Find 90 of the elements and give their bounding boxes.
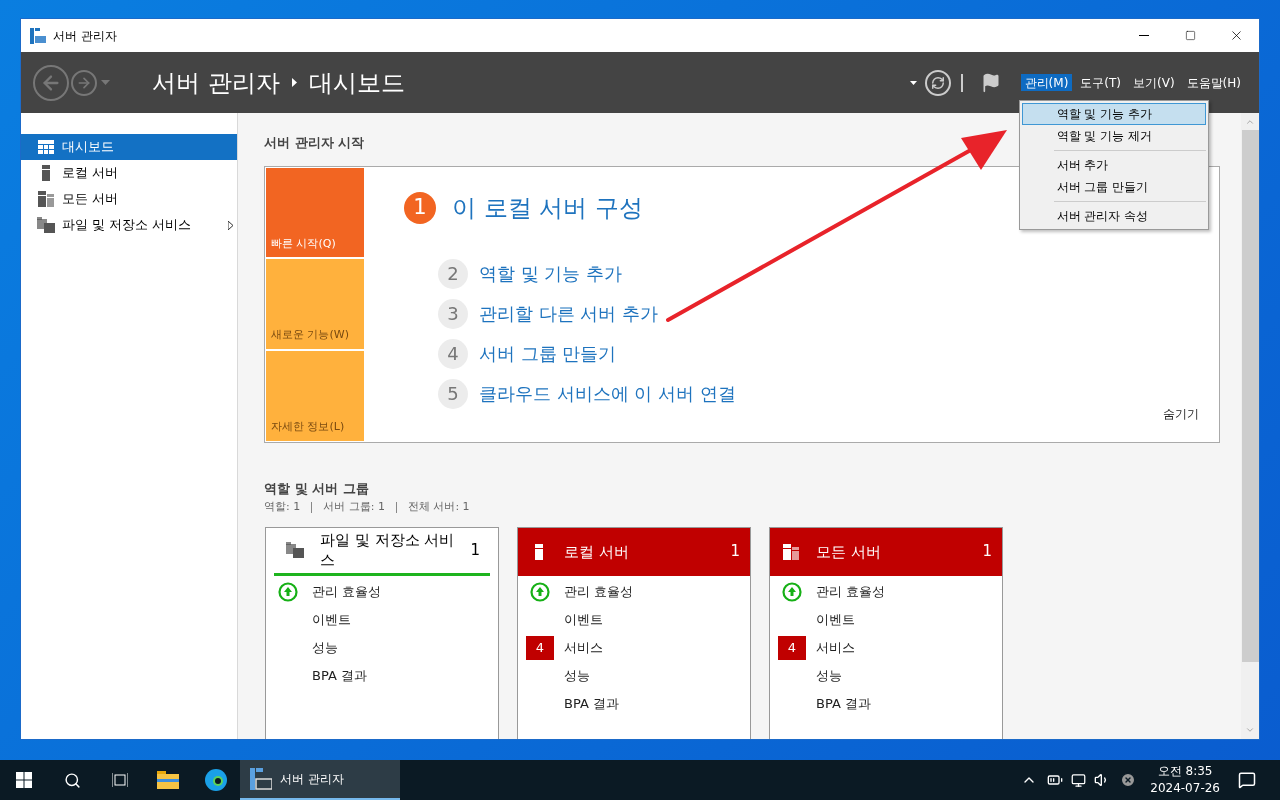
group-card[interactable]: 로컬 서버 1 관리 효율성 이벤트 4 서비스 성능 BPA 결과 [517,526,751,739]
sidebar-item[interactable]: 대시보드 [21,134,237,160]
window-title: 서버 관리자 [53,27,117,45]
server-icon [42,165,50,181]
status-row-label[interactable]: 이벤트 [564,609,603,630]
alert-count-badge: 4 [778,635,806,660]
status-row-label[interactable]: 이벤트 [816,609,855,630]
menu-item[interactable]: 도구(T) [1076,74,1126,91]
browser-icon [204,768,228,792]
dashboard-icon [38,140,54,154]
server-icon [535,543,543,560]
clock-date: 2024-07-26 [1150,780,1220,797]
task-view-icon [112,773,128,787]
windows-logo-icon [16,772,32,788]
servers-icon [783,543,799,560]
search-icon [63,771,81,789]
step-link[interactable]: 역할 및 기능 추가 [479,260,623,287]
sidebar-item[interactable]: 로컬 서버 [21,160,237,186]
breadcrumb-separator-icon [291,78,297,87]
expand-arrow-icon[interactable] [228,220,233,230]
status-row-label[interactable]: BPA 결과 [564,693,619,714]
clock[interactable]: 오전 8:35 2024-07-26 [1150,763,1220,797]
status-row-label[interactable]: 성능 [564,665,590,686]
alert-count-badge: 4 [526,635,554,660]
status-row-label[interactable]: 서비스 [816,637,855,658]
card-title: 파일 및 저장소 서비스 [320,530,456,570]
up-arrow-status-icon [278,581,298,602]
server-manager-icon [250,768,272,790]
section-title: 서버 관리자 시작 [264,134,365,152]
menu-item[interactable]: 보기(V) [1129,74,1179,91]
refresh-button[interactable] [924,69,951,96]
card-title: 모든 서버 [816,541,882,562]
step-link[interactable]: 관리할 다른 서버 추가 [479,300,659,327]
minimize-icon [1139,35,1149,36]
network-icon[interactable] [1071,772,1087,788]
dropdown-item[interactable]: 서버 추가 [1021,154,1206,176]
card-title: 로컬 서버 [564,541,630,562]
sidebar-item[interactable]: 파일 및 저장소 서비스 [21,212,237,238]
status-row-label[interactable]: 서비스 [564,637,603,658]
clock-time: 오전 8:35 [1157,763,1213,780]
breadcrumb-item[interactable]: 대시보드 [308,64,405,101]
status-row-label[interactable]: BPA 결과 [312,665,367,686]
status-row-label[interactable]: BPA 결과 [816,693,871,714]
up-arrow-status-icon [530,581,550,602]
servers-icon [38,191,54,207]
tile-tab[interactable]: 자세한 정보(L) [266,350,364,441]
folders-icon [286,542,304,558]
up-arrow-status-icon [782,581,802,602]
dropdown-item[interactable]: 역할 및 기능 제거 [1021,125,1206,147]
battery-icon[interactable] [1047,772,1064,788]
sidebar-item[interactable]: 모든 서버 [21,186,237,212]
menu-item[interactable]: 도움말(H) [1182,74,1245,91]
section-title: 역할 및 서버 그룹 [264,479,369,498]
dropdown-item[interactable]: 서버 그룹 만들기 [1021,176,1206,198]
hide-link[interactable]: 숨기기 [1163,404,1199,423]
sidebar-item-label: 대시보드 [62,138,114,157]
dropdown-item[interactable]: 서버 관리자 속성 [1021,205,1206,227]
status-row-label[interactable]: 이벤트 [312,609,351,630]
folder-icon [157,771,179,789]
step-link[interactable]: 클라우드 서비스에 이 서버 연결 [479,380,736,407]
status-row-label[interactable]: 관리 효율성 [312,581,382,602]
summary-count: 전체 서버: 1 [407,499,470,515]
maximize-icon [1184,30,1196,41]
notifications-icon[interactable] [1238,771,1256,789]
menu-item[interactable]: 관리(M) [1020,74,1073,91]
error-status-icon[interactable] [1120,772,1137,788]
tile-tab[interactable]: 새로운 기능(W) [266,259,364,349]
card-count: 1 [730,541,740,563]
status-row-label[interactable]: 관리 효율성 [564,581,634,602]
step-link[interactable]: 서버 그룹 만들기 [479,340,617,367]
breadcrumb-item[interactable]: 서버 관리자 [152,64,280,101]
sidebar-item-label: 로컬 서버 [62,164,119,183]
summary-count: 역할: 1 [264,499,301,515]
status-row-label[interactable]: 성능 [312,637,338,658]
group-card[interactable]: 파일 및 저장소 서비스 1 관리 효율성 이벤트 성능 BPA 결과 [265,526,499,739]
step-link[interactable]: 이 로컬 서버 구성 [452,189,643,226]
server-manager-icon [30,27,46,44]
card-count: 1 [982,541,992,563]
status-row-label[interactable]: 관리 효율성 [816,581,886,602]
sidebar-item-label: 모든 서버 [62,190,119,209]
card-count: 1 [470,539,480,561]
dropdown-item[interactable]: 역할 및 기능 추가 [1021,103,1206,125]
folders-icon [37,217,55,233]
refresh-icon [930,75,945,90]
group-card[interactable]: 모든 서버 1 관리 효율성 이벤트 4 서비스 성능 BPA 결과 [769,526,1003,739]
status-row-label[interactable]: 성능 [816,665,842,686]
taskbar-app-button[interactable]: 서버 관리자 [240,760,400,800]
summary-count: 서버 그룹: 1 [323,499,385,515]
sidebar-item-label: 파일 및 저장소 서비스 [62,216,192,235]
dropdown-caret-icon[interactable] [909,80,917,85]
